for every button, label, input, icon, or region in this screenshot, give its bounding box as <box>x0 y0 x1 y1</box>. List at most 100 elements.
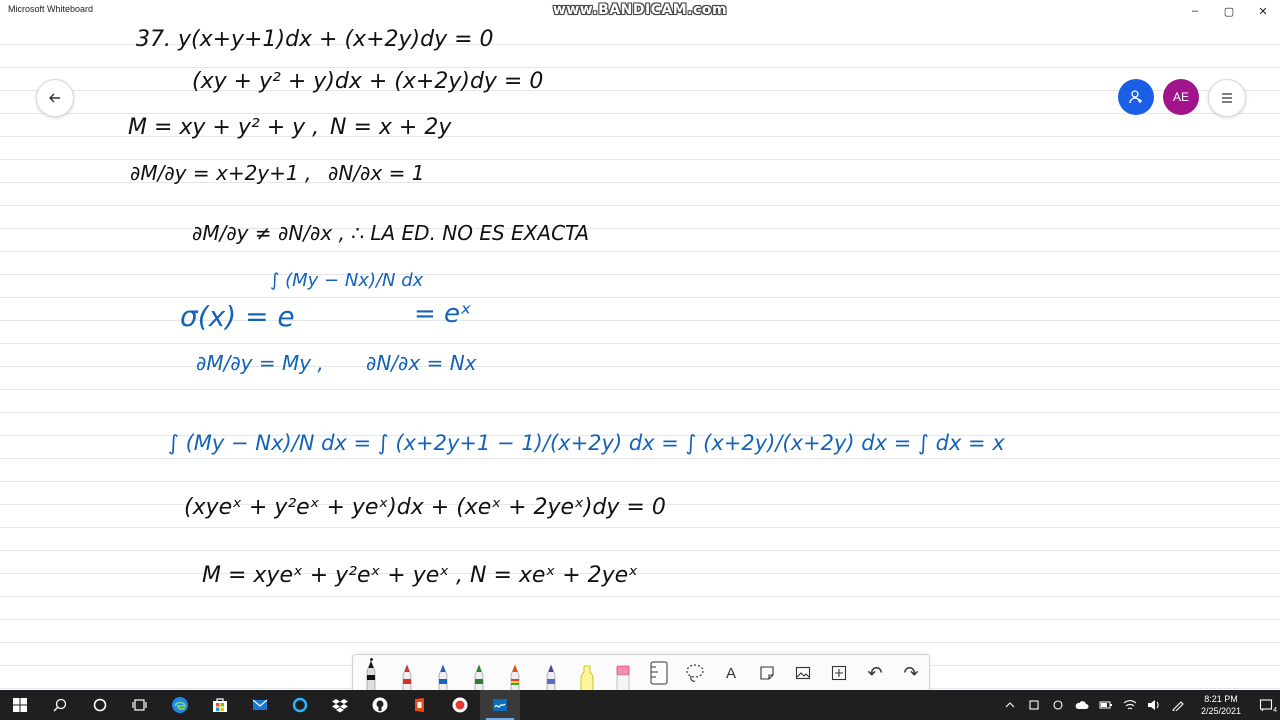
title-bar: Microsoft Whiteboard www.BANDICAM.com – … <box>0 0 1280 22</box>
cortana-button[interactable] <box>80 690 120 720</box>
person-add-icon <box>1129 90 1142 104</box>
taskbar-dropbox[interactable] <box>320 690 360 720</box>
pen-blue-tool[interactable] <box>425 655 461 691</box>
window-controls: – ▢ ✕ <box>1178 0 1280 22</box>
show-hidden-icons-button[interactable] <box>998 690 1022 720</box>
highlighter-yellow-tool[interactable] <box>569 655 605 691</box>
ink-line-new-mn: M = xyeˣ + y²eˣ + yeˣ , N = xeˣ + 2yeˣ <box>202 563 638 588</box>
pen-workspace-icon <box>1172 701 1184 711</box>
volume-icon <box>1148 700 1159 710</box>
minimize-button[interactable]: – <box>1178 0 1212 22</box>
pen-red-tool[interactable] <box>389 655 425 691</box>
ink-line-factor-result: = eˣ <box>414 299 472 329</box>
text-icon: A <box>725 664 736 682</box>
office-icon <box>415 698 424 712</box>
redo-button[interactable]: ↷ <box>893 655 929 691</box>
sync-icon <box>1053 700 1063 710</box>
search-icon <box>53 698 67 712</box>
tray-app-button[interactable] <box>1022 690 1046 720</box>
battery-icon <box>1099 701 1112 709</box>
pen-black-tool[interactable] <box>353 655 389 691</box>
pen-icon <box>546 664 556 691</box>
taskbar-cortana-app[interactable] <box>280 690 320 720</box>
wifi-icon <box>1123 700 1137 710</box>
ruler-icon <box>650 661 668 685</box>
taskbar-edge[interactable] <box>160 690 200 720</box>
ink-line-dm-dy: ∂M/∂y = x+2y+1 , <box>130 161 311 185</box>
undo-button[interactable]: ↶ <box>857 655 893 691</box>
taskbar-office[interactable] <box>400 690 440 720</box>
store-icon <box>213 698 227 712</box>
github-icon <box>372 697 388 713</box>
dropbox-icon <box>332 699 348 713</box>
taskbar-store[interactable] <box>200 690 240 720</box>
ink-line-integral: ∫ (My − Nx)/N dx = ∫ (x+2y+1 − 1)/(x+2y)… <box>168 431 1005 455</box>
pen-workspace-button[interactable] <box>1166 690 1190 720</box>
ink-line-dn-dx: ∂N/∂x = 1 <box>328 161 424 185</box>
bandicam-watermark: www.BANDICAM.com <box>552 2 728 18</box>
pen-galaxy-tool[interactable] <box>533 655 569 691</box>
cortana-icon <box>93 698 107 712</box>
pen-green-tool[interactable] <box>461 655 497 691</box>
ink-line-factor-exponent: ∫ (My − Nx)/N dx <box>270 270 424 291</box>
text-tool[interactable]: A <box>713 655 749 691</box>
search-button[interactable] <box>40 690 80 720</box>
windows-taskbar: 8:21 PM 2/25/2021 4 <box>0 690 1280 720</box>
arrow-left-icon <box>49 93 60 103</box>
note-tool[interactable] <box>749 655 785 691</box>
hamburger-icon <box>1222 93 1232 103</box>
image-tool[interactable] <box>785 655 821 691</box>
ink-line-nx: ∂N/∂x = Nx <box>366 351 477 375</box>
taskbar-whiteboard[interactable] <box>480 690 520 720</box>
taskbar-github[interactable] <box>360 690 400 720</box>
clock-time: 8:21 PM <box>1204 694 1238 704</box>
ink-layer: 37. y(x+y+1)dx + (x+2y)dy = 0 (xy + y² +… <box>128 27 1005 588</box>
ink-line-m-def: M = xy + y² + y , <box>128 115 319 140</box>
whiteboard-icon <box>493 699 507 711</box>
lasso-icon <box>686 664 704 682</box>
pen-icon <box>510 664 520 691</box>
highlighter-icon <box>616 665 630 691</box>
invite-user-button[interactable] <box>1118 79 1154 115</box>
avatar[interactable]: AE <box>1163 79 1199 115</box>
battery-button[interactable] <box>1094 690 1118 720</box>
close-button[interactable]: ✕ <box>1246 0 1280 22</box>
action-center-button[interactable]: 4 <box>1252 690 1280 720</box>
lasso-tool[interactable] <box>677 655 713 691</box>
tray-sync-button[interactable] <box>1046 690 1070 720</box>
wifi-button[interactable] <box>1118 690 1142 720</box>
cloud-icon <box>1075 701 1089 709</box>
taskbar-bandicam[interactable] <box>440 690 480 720</box>
taskbar-mail[interactable] <box>240 690 280 720</box>
ruler-tool[interactable] <box>641 655 677 691</box>
pen-icon <box>402 664 412 691</box>
pen-icon <box>474 664 484 691</box>
highlighter-icon <box>580 665 594 691</box>
maximize-button[interactable]: ▢ <box>1212 0 1246 22</box>
insert-tool[interactable] <box>821 655 857 691</box>
redo-icon: ↷ <box>903 662 919 684</box>
highlighter-pink-tool[interactable] <box>605 655 641 691</box>
inking-toolbar: A ↶ ↷ <box>352 654 930 691</box>
system-tray: 8:21 PM 2/25/2021 4 <box>998 690 1280 720</box>
tray-app-icon <box>1029 700 1039 710</box>
whiteboard-canvas[interactable]: 37. y(x+y+1)dx + (x+2y)dy = 0 (xy + y² +… <box>0 22 1280 690</box>
pen-icon <box>366 660 376 691</box>
task-view-icon <box>132 699 147 711</box>
volume-button[interactable] <box>1142 690 1166 720</box>
clock-date: 2/25/2021 <box>1200 706 1242 716</box>
notification-icon <box>1259 699 1273 712</box>
task-view-button[interactable] <box>120 690 160 720</box>
clock[interactable]: 8:21 PM 2/25/2021 <box>1190 693 1252 717</box>
onedrive-button[interactable] <box>1070 690 1094 720</box>
start-button[interactable] <box>0 690 40 720</box>
ink-line-factor: σ(x) = e <box>180 300 295 333</box>
undo-icon: ↶ <box>867 662 883 684</box>
chevron-up-icon <box>1005 702 1015 708</box>
back-button[interactable] <box>36 79 74 117</box>
pen-rainbow-tool[interactable] <box>497 655 533 691</box>
edge-icon <box>172 697 188 713</box>
image-icon <box>795 666 811 680</box>
menu-button[interactable] <box>1208 79 1246 117</box>
record-icon <box>452 697 468 713</box>
